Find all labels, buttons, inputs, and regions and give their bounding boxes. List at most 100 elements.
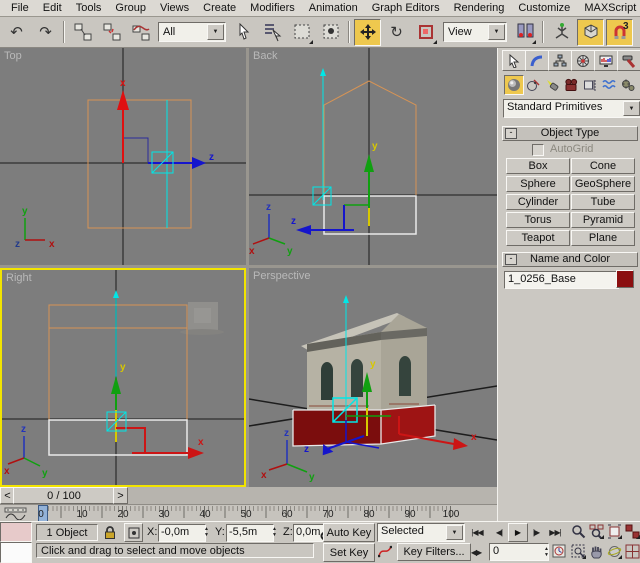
redo-icon[interactable]: ↷ — [32, 19, 59, 46]
zoom-all-icon[interactable] — [588, 523, 605, 540]
dropdown-arrow-icon[interactable]: ▼ — [488, 24, 505, 40]
move-gizmo[interactable]: y z — [291, 68, 378, 235]
auto-key-button[interactable]: Auto Key — [323, 523, 375, 542]
viewport-top[interactable]: Top x z — [0, 48, 246, 265]
collapse-icon[interactable]: - — [505, 128, 517, 139]
select-and-scale-icon[interactable] — [412, 19, 439, 46]
angle-snap-icon[interactable] — [635, 19, 640, 46]
select-by-name-icon[interactable] — [259, 19, 286, 46]
button-teapot[interactable]: Teapot — [506, 230, 570, 246]
object-name-field[interactable]: 1_0256_Base — [504, 271, 619, 289]
button-cylinder[interactable]: Cylinder — [506, 194, 570, 210]
viewport-perspective[interactable]: Perspective — [249, 268, 497, 487]
primitive-type-dropdown[interactable]: Standard Primitives ▼ — [503, 99, 640, 118]
zoom-extents-all-icon[interactable] — [624, 523, 640, 540]
category-systems-icon[interactable] — [618, 75, 638, 95]
select-and-move-icon[interactable] — [354, 19, 381, 46]
y-coord-field[interactable]: -5,5m — [226, 524, 274, 542]
window-crossing-icon[interactable] — [317, 19, 344, 46]
menu-tools[interactable]: Tools — [69, 1, 109, 15]
set-key-curve-icon[interactable] — [377, 543, 393, 559]
snap-toggle-icon[interactable] — [577, 19, 604, 46]
frame-spinner[interactable]: ▲▼ — [543, 545, 550, 559]
move-gizmo[interactable]: x z — [117, 78, 214, 173]
select-and-manipulate-icon[interactable] — [548, 19, 575, 46]
goto-start-icon[interactable]: |◀◀ — [467, 524, 487, 540]
maxscript-mini-listener-pink[interactable] — [0, 522, 32, 542]
menu-create[interactable]: Create — [196, 1, 243, 15]
selection-lock-icon[interactable] — [101, 523, 119, 541]
rectangular-selection-region-icon[interactable] — [288, 19, 315, 46]
menu-maxscript[interactable]: MAXScript — [577, 1, 640, 15]
menu-views[interactable]: Views — [153, 1, 196, 15]
category-helpers-icon[interactable] — [580, 75, 600, 95]
category-geometry-icon[interactable] — [504, 75, 524, 95]
button-torus[interactable]: Torus — [506, 212, 570, 228]
button-pyramid[interactable]: Pyramid — [571, 212, 635, 228]
track-bar[interactable]: 0 10 20 30 40 50 60 70 80 90 100 — [0, 504, 497, 521]
zoom-icon[interactable] — [570, 523, 587, 540]
pan-hand-icon[interactable] — [588, 543, 605, 560]
unlink-selection-icon[interactable] — [98, 19, 125, 46]
viewport-back[interactable]: Back y — [249, 48, 497, 265]
object-type-rollout-header[interactable]: - Object Type — [502, 126, 638, 141]
absolute-mode-toggle-icon[interactable] — [124, 523, 143, 542]
tab-create[interactable] — [502, 50, 526, 71]
viewport-back-canvas[interactable]: y z z x y — [249, 48, 497, 265]
bind-to-space-warp-icon[interactable] — [127, 19, 154, 46]
name-color-rollout-header[interactable]: - Name and Color — [502, 252, 638, 267]
house-model[interactable] — [301, 313, 427, 410]
y-coord-spinner[interactable]: ▲▼ — [270, 524, 279, 540]
key-mode-dropdown[interactable]: Selected ▼ — [377, 523, 465, 542]
min-max-toggle-icon[interactable] — [624, 543, 640, 560]
tab-modify[interactable] — [525, 50, 549, 71]
prev-frame-icon[interactable]: ◀| — [491, 524, 507, 540]
zoom-extents-icon[interactable] — [606, 523, 623, 540]
dropdown-arrow-icon[interactable]: ▼ — [207, 24, 224, 40]
reference-coordinate-dropdown[interactable]: View ▼ — [443, 22, 507, 42]
select-object-icon[interactable] — [230, 19, 257, 46]
button-cone[interactable]: Cone — [571, 158, 635, 174]
menu-file[interactable]: File — [4, 1, 36, 15]
select-and-rotate-icon[interactable]: ↻ — [383, 19, 410, 46]
viewport-perspective-canvas[interactable]: y z x z x y — [249, 268, 497, 487]
select-and-link-icon[interactable] — [69, 19, 96, 46]
tab-display[interactable] — [594, 50, 618, 71]
mini-curve-editor-icon[interactable] — [2, 506, 30, 520]
category-lights-icon[interactable] — [542, 75, 562, 95]
menu-modifiers[interactable]: Modifiers — [243, 1, 302, 15]
set-key-button[interactable]: Set Key — [323, 543, 375, 562]
button-box[interactable]: Box — [506, 158, 570, 174]
button-geosphere[interactable]: GeoSphere — [571, 176, 635, 192]
dropdown-arrow-icon[interactable]: ▼ — [446, 525, 463, 540]
undo-icon[interactable]: ↶ — [3, 19, 30, 46]
goto-end-icon[interactable]: ▶▶| — [545, 524, 565, 540]
category-shapes-icon[interactable] — [523, 75, 543, 95]
button-sphere[interactable]: Sphere — [506, 176, 570, 192]
menu-rendering[interactable]: Rendering — [447, 1, 512, 15]
next-frame-icon[interactable]: |▶ — [528, 524, 544, 540]
tab-hierarchy[interactable] — [548, 50, 572, 71]
menu-animation[interactable]: Animation — [302, 1, 365, 15]
key-mode-toggle-icon[interactable]: ◀▶ — [467, 545, 485, 559]
button-plane[interactable]: Plane — [571, 230, 635, 246]
menu-customize[interactable]: Customize — [511, 1, 577, 15]
timeline-ruler[interactable]: 0 10 20 30 40 50 60 70 80 90 100 — [32, 505, 492, 521]
play-button[interactable]: ▶ — [508, 523, 528, 542]
maxscript-mini-listener-white[interactable] — [0, 542, 32, 563]
menu-graph-editors[interactable]: Graph Editors — [365, 1, 447, 15]
category-space-warps-icon[interactable] — [599, 75, 619, 95]
collapse-icon[interactable]: - — [505, 254, 517, 265]
time-configuration-icon[interactable] — [551, 543, 567, 559]
time-slider-handle[interactable]: 0 / 100 — [13, 487, 115, 504]
category-cameras-icon[interactable] — [561, 75, 581, 95]
dropdown-arrow-icon[interactable]: ▼ — [623, 101, 640, 116]
menu-edit[interactable]: Edit — [36, 1, 69, 15]
current-frame-field[interactable]: 0 — [489, 543, 549, 561]
key-filters-button[interactable]: Key Filters... — [397, 543, 471, 561]
viewport-top-canvas[interactable]: x z y z x — [0, 48, 246, 265]
button-tube[interactable]: Tube — [571, 194, 635, 210]
x-coord-field[interactable]: -0,0m — [158, 524, 206, 542]
viewport-right[interactable]: Right — [0, 268, 246, 487]
region-zoom-icon[interactable] — [570, 543, 587, 560]
